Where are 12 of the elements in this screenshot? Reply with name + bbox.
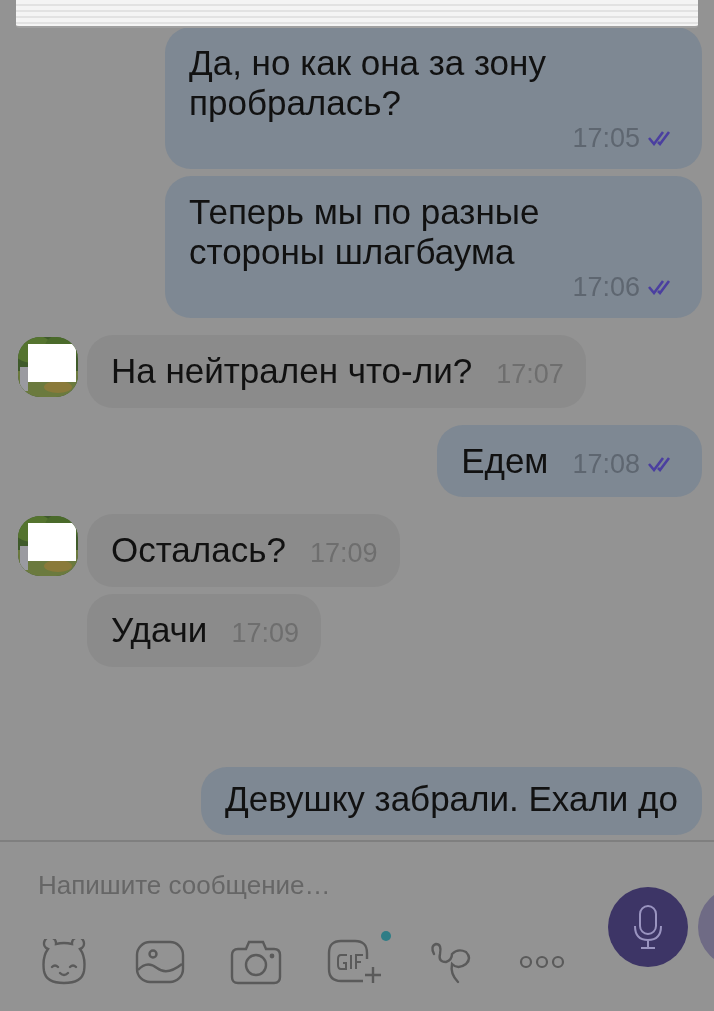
camera-icon[interactable] [230, 939, 282, 985]
more-icon[interactable] [519, 955, 565, 969]
message-text: Теперь мы по разные стороны шлагбаума [189, 192, 541, 272]
microphone-icon [633, 904, 663, 950]
message-text: На нейтрален что-ли? [111, 351, 473, 391]
message-text: Осталась? [111, 530, 286, 570]
image-icon[interactable] [135, 940, 185, 984]
message-text: Удачи [111, 610, 208, 650]
gif-icon[interactable] [327, 939, 383, 985]
message-text: Едем [461, 441, 549, 481]
message-text: Да, но как она за зону пробралась? [189, 43, 547, 123]
message-text: Девушку забрали. Ехали до [225, 779, 678, 819]
